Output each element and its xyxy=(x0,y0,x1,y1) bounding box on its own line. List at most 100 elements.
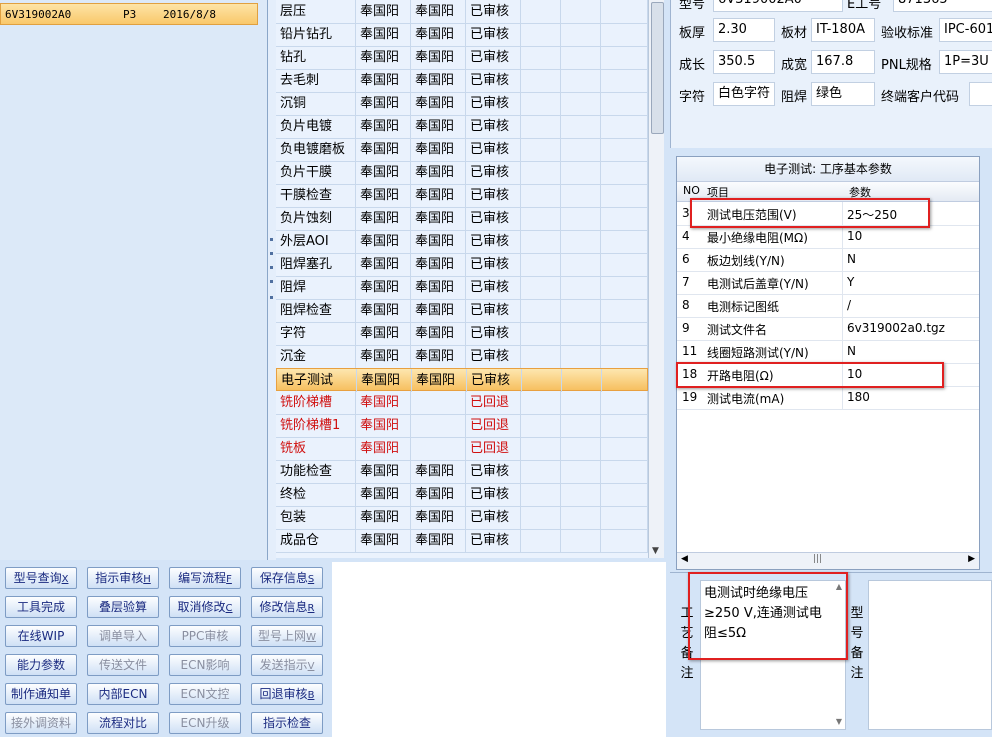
mask-field[interactable]: 绿色 xyxy=(811,82,875,106)
panel-splitter[interactable] xyxy=(268,0,276,560)
review-status: 已审核 xyxy=(466,253,521,276)
scroll-down-icon[interactable]: ▼ xyxy=(652,546,659,556)
action-button[interactable]: ECN升级 xyxy=(169,712,241,734)
action-button[interactable]: 取消修改C xyxy=(169,596,241,618)
action-button[interactable]: 制作通知单 xyxy=(5,683,77,705)
reviewer: 奉国阳 xyxy=(411,207,466,230)
blank-col xyxy=(561,69,601,92)
process-row[interactable]: 外层AOI 奉国阳 奉国阳 已审核 xyxy=(276,230,648,254)
maker: 奉国阳 xyxy=(356,345,411,368)
process-row[interactable]: 阻焊塞孔 奉国阳 奉国阳 已审核 xyxy=(276,253,648,277)
column-divider xyxy=(842,386,843,409)
action-button[interactable]: 接外调资料 xyxy=(5,712,77,734)
customer-field[interactable] xyxy=(969,82,992,106)
param-row[interactable]: 7 电测试后盖章(Y/N) Y xyxy=(677,271,979,295)
action-button[interactable]: 在线WIP xyxy=(5,625,77,647)
reviewer: 奉国阳 xyxy=(411,253,466,276)
blank-col xyxy=(601,276,648,299)
param-no: 6 xyxy=(682,252,690,266)
process-row[interactable]: 沉铜 奉国阳 奉国阳 已审核 xyxy=(276,92,648,116)
process-table-scrollbar[interactable]: ▼ xyxy=(648,0,664,558)
process-row[interactable]: 包装 奉国阳 奉国阳 已审核 xyxy=(276,506,648,530)
process-row[interactable]: 成品仓 奉国阳 奉国阳 已审核 xyxy=(276,529,648,553)
process-row[interactable]: 钻孔 奉国阳 奉国阳 已审核 xyxy=(276,46,648,70)
material-field[interactable]: IT-180A xyxy=(811,18,875,42)
length-field[interactable]: 350.5 xyxy=(713,50,775,74)
process-row[interactable]: 负片电镀 奉国阳 奉国阳 已审核 xyxy=(276,115,648,139)
param-no: 7 xyxy=(682,275,690,289)
process-row[interactable]: 字符 奉国阳 奉国阳 已审核 xyxy=(276,322,648,346)
process-row[interactable]: 电子测试 奉国阳 奉国阳 已审核 xyxy=(276,368,648,392)
blank-col xyxy=(601,161,648,184)
action-button[interactable]: PPC审核 xyxy=(169,625,241,647)
params-hscrollbar[interactable]: ◀ ||| ▶ xyxy=(677,552,979,569)
param-row[interactable]: 9 测试文件名 6v319002a0.tgz xyxy=(677,317,979,341)
process-row[interactable]: 负片干膜 奉国阳 奉国阳 已审核 xyxy=(276,161,648,185)
param-row[interactable]: 4 最小绝缘电阻(MΩ) 10 xyxy=(677,225,979,249)
process-row[interactable]: 负片蚀刻 奉国阳 奉国阳 已审核 xyxy=(276,207,648,231)
param-row[interactable]: 8 电测标记图纸 / xyxy=(677,294,979,318)
thickness-field[interactable]: 2.30 xyxy=(713,18,775,42)
scroll-left-icon[interactable]: ◀ xyxy=(681,554,688,564)
action-button[interactable]: 指示审核H xyxy=(87,567,159,589)
process-row[interactable]: 层压 奉国阳 奉国阳 已审核 xyxy=(276,0,648,24)
scroll-down-icon[interactable]: ▼ xyxy=(836,717,842,726)
blank-col xyxy=(561,230,601,253)
maker: 奉国阳 xyxy=(356,161,411,184)
action-button[interactable]: 能力参数 xyxy=(5,654,77,676)
action-button[interactable]: 型号查询X xyxy=(5,567,77,589)
process-row[interactable]: 铅片钻孔 奉国阳 奉国阳 已审核 xyxy=(276,23,648,47)
char-label: 字符 xyxy=(679,90,706,105)
blank-col xyxy=(521,391,561,414)
button-label: 接外调资料 xyxy=(10,716,71,730)
scrollbar-thumb[interactable] xyxy=(651,2,664,134)
scroll-grip-icon[interactable]: ||| xyxy=(813,554,822,564)
model-field[interactable]: 6V319002A0 xyxy=(713,0,843,12)
process-row[interactable]: 沉金 奉国阳 奉国阳 已审核 xyxy=(276,345,648,369)
blank-col xyxy=(521,253,561,276)
param-item: 线圈短路测试(Y/N) xyxy=(707,346,809,360)
action-button[interactable]: 指示检查 xyxy=(251,712,323,734)
action-button[interactable]: 传送文件 xyxy=(87,654,159,676)
action-button[interactable]: 型号上网W xyxy=(251,625,323,647)
maker: 奉国阳 xyxy=(356,115,411,138)
action-button[interactable]: 修改信息R xyxy=(251,596,323,618)
blank-col xyxy=(522,369,562,392)
pnl-field[interactable]: 1P=3U xyxy=(939,50,992,74)
process-row[interactable]: 终检 奉国阳 奉国阳 已审核 xyxy=(276,483,648,507)
action-button[interactable]: ECN影响 xyxy=(169,654,241,676)
process-row[interactable]: 负电镀磨板 奉国阳 奉国阳 已审核 xyxy=(276,138,648,162)
scroll-right-icon[interactable]: ▶ xyxy=(968,554,975,564)
process-row[interactable]: 铣阶梯槽1 奉国阳 已回退 xyxy=(276,414,648,438)
param-no: 3 xyxy=(682,206,690,220)
process-row[interactable]: 干膜检查 奉国阳 奉国阳 已审核 xyxy=(276,184,648,208)
process-row[interactable]: 阻焊 奉国阳 奉国阳 已审核 xyxy=(276,276,648,300)
process-row[interactable]: 铣阶梯槽 奉国阳 已回退 xyxy=(276,391,648,415)
param-row[interactable]: 19 测试电流(mA) 180 xyxy=(677,386,979,410)
action-button[interactable]: 调单导入 xyxy=(87,625,159,647)
process-row[interactable]: 功能检查 奉国阳 奉国阳 已审核 xyxy=(276,460,648,484)
action-button[interactable]: ECN文控 xyxy=(169,683,241,705)
action-button[interactable]: 编写流程F xyxy=(169,567,241,589)
param-row[interactable]: 11 线圈短路测试(Y/N) N xyxy=(677,340,979,364)
param-no: 4 xyxy=(682,229,690,243)
standard-field[interactable]: IPC-601 xyxy=(939,18,992,42)
action-button[interactable]: 内部ECN xyxy=(87,683,159,705)
process-row[interactable]: 阻焊检查 奉国阳 奉国阳 已审核 xyxy=(276,299,648,323)
action-button[interactable]: 工具完成 xyxy=(5,596,77,618)
order-list-selected-row[interactable]: 6V319002A0 P3 2016/8/8 xyxy=(0,3,258,25)
action-button[interactable]: 回退审核B xyxy=(251,683,323,705)
action-button[interactable]: 发送指示V xyxy=(251,654,323,676)
char-field[interactable]: 白色字符 xyxy=(713,82,775,106)
width-field[interactable]: 167.8 xyxy=(811,50,875,74)
process-row[interactable]: 去毛刺 奉国阳 奉国阳 已审核 xyxy=(276,69,648,93)
action-button[interactable]: 叠层验算 xyxy=(87,596,159,618)
action-button[interactable]: 保存信息S xyxy=(251,567,323,589)
eng-no-field[interactable]: 871365 xyxy=(893,0,992,12)
param-row[interactable]: 6 板边划线(Y/N) N xyxy=(677,248,979,272)
process-row[interactable]: 铣板 奉国阳 已回退 xyxy=(276,437,648,461)
action-button[interactable]: 流程对比 xyxy=(87,712,159,734)
reviewer: 奉国阳 xyxy=(411,92,466,115)
model-note-textarea[interactable] xyxy=(868,580,992,730)
blank-col xyxy=(521,460,561,483)
